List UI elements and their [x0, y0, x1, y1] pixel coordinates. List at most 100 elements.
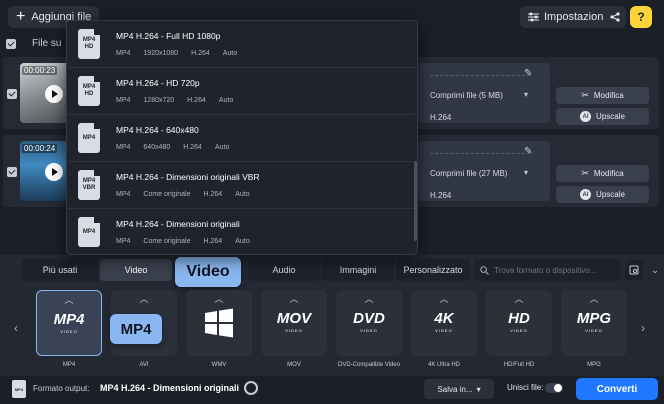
- chevron-down-icon: ▾: [476, 384, 481, 394]
- preset-hd[interactable]: ︿ HD VIDEO: [486, 290, 552, 356]
- logo-sub: VIDEO: [360, 328, 378, 333]
- format-search[interactable]: [474, 259, 620, 281]
- search-icon: [480, 265, 489, 275]
- preset-label: MOV: [287, 362, 301, 368]
- compress-select[interactable]: Comprimi file (27 MB): [430, 169, 507, 178]
- mp4-logo: MP4: [53, 311, 85, 328]
- chevron-down-icon[interactable]: ▾: [524, 90, 528, 99]
- tab-audio[interactable]: Audio: [248, 259, 320, 281]
- file-checkbox[interactable]: [7, 89, 17, 99]
- share-button[interactable]: [604, 6, 626, 28]
- tooltip-text: MP4: [120, 320, 152, 338]
- tab-custom[interactable]: Personalizzato: [396, 259, 470, 281]
- chevron-up-icon[interactable]: ︿: [261, 292, 327, 305]
- chevron-up-icon[interactable]: ︿: [111, 292, 177, 305]
- chevron-down-icon: ⌄: [651, 264, 659, 275]
- chevron-down-icon[interactable]: ▾: [524, 168, 528, 177]
- output-format-value[interactable]: MP4 H.264 - Dimensioni originali: [100, 383, 239, 393]
- video-thumbnail[interactable]: 00:00:24: [20, 141, 70, 201]
- edit-button[interactable]: ✂ Modifica: [556, 87, 649, 104]
- convert-label: Converti: [596, 383, 638, 395]
- settings-button[interactable]: Impostazioni: [520, 6, 614, 28]
- ai-icon: AI: [580, 111, 592, 122]
- collapse-panel-button[interactable]: ⌄: [646, 260, 664, 280]
- edit-label: Modifica: [593, 169, 624, 178]
- select-all-checkbox[interactable]: [6, 39, 16, 49]
- dropdown-item-title: MP4 H.264 - HD 720p: [116, 78, 200, 88]
- dropdown-item-meta: MP4 640x480 H.264 Auto: [116, 144, 230, 151]
- preset-4k[interactable]: ︿ 4K VIDEO: [411, 290, 477, 356]
- file-column-label: File su: [32, 38, 62, 49]
- dropdown-item[interactable]: MP4 VBR MP4 H.264 - Dimensioni originali …: [67, 162, 415, 209]
- footer-bar: MP4 Formato output: MP4 H.264 - Dimensio…: [0, 376, 664, 404]
- preset-mp4[interactable]: ︿ MP4 VIDEO: [36, 290, 102, 356]
- chevron-up-icon[interactable]: ︿: [37, 293, 101, 306]
- chevron-up-icon[interactable]: ︿: [411, 292, 477, 305]
- merge-files-label: Unisci file:: [507, 383, 544, 392]
- edit-label: Modifica: [593, 91, 624, 100]
- preset-dvd[interactable]: ︿ DVD VIDEO: [336, 290, 402, 356]
- gear-icon[interactable]: [244, 381, 258, 395]
- tab-label: Più usati: [42, 265, 78, 275]
- mp4-preset-tooltip: MP4: [110, 314, 162, 344]
- help-button[interactable]: ?: [630, 6, 652, 28]
- mp4-file-icon: MP4 VBR: [78, 170, 100, 200]
- format-file-icon: MP4: [12, 380, 26, 398]
- output-name-line: [430, 153, 530, 154]
- logo-sub: VIDEO: [60, 329, 78, 334]
- chevron-up-icon[interactable]: ︿: [561, 292, 627, 305]
- preset-mov[interactable]: ︿ MOV VIDEO: [261, 290, 327, 356]
- upscale-label: Upscale: [596, 112, 625, 121]
- upscale-button[interactable]: AI Upscale: [556, 108, 649, 125]
- tab-most-used[interactable]: Più usati: [22, 259, 98, 281]
- upscale-label: Upscale: [596, 190, 625, 199]
- preset-label: MP4: [62, 362, 76, 368]
- dropdown-item[interactable]: MP4 HD MP4 H.264 - Full HD 1080p MP4 1920x…: [67, 21, 415, 68]
- tooltip-text: Video: [186, 263, 230, 280]
- save-to-label: Salva in...: [437, 384, 473, 394]
- dropdown-item[interactable]: MP4 MP4 H.264 - Dimensioni originali MP4…: [67, 209, 415, 254]
- dropdown-scrollbar[interactable]: [414, 161, 417, 241]
- file-checkbox[interactable]: [7, 167, 17, 177]
- scissors-icon: ✂: [581, 90, 589, 100]
- merge-files-toggle[interactable]: [545, 383, 563, 393]
- chevron-up-icon[interactable]: ︿: [336, 292, 402, 305]
- search-input[interactable]: [494, 265, 614, 275]
- output-settings-panel: ✎ Comprimi file (27 MB) ▾ H.264: [418, 141, 550, 201]
- video-thumbnail[interactable]: 00:00:23: [20, 63, 70, 123]
- preset-label: MPG: [587, 362, 601, 368]
- output-name-line: [430, 75, 530, 76]
- edit-button[interactable]: ✂ Modifica: [556, 165, 649, 182]
- play-icon[interactable]: [45, 85, 63, 103]
- convert-button[interactable]: Converti: [576, 378, 658, 400]
- ai-icon: AI: [580, 189, 592, 200]
- chevron-up-icon[interactable]: ︿: [486, 292, 552, 305]
- tab-label: Immagini: [339, 265, 377, 275]
- output-settings-panel: ✎ Comprimi file (5 MB) ▾ H.264: [418, 63, 550, 123]
- preset-wmv[interactable]: ︿: [186, 290, 252, 356]
- tab-images[interactable]: Immagini: [322, 259, 394, 281]
- preset-label: WMV: [211, 362, 227, 368]
- chevron-left-icon[interactable]: ‹: [14, 321, 18, 335]
- chevron-right-icon[interactable]: ›: [641, 321, 645, 335]
- device-detect-button[interactable]: [625, 260, 643, 280]
- tab-label: Audio: [272, 265, 296, 275]
- pencil-icon[interactable]: ✎: [524, 68, 532, 79]
- tab-video[interactable]: Video: [100, 259, 172, 281]
- save-to-button[interactable]: Salva in... ▾: [424, 379, 494, 399]
- dvd-logo: DVD: [353, 310, 385, 327]
- duration-label: 00:00:24: [22, 144, 58, 153]
- pencil-icon[interactable]: ✎: [524, 146, 532, 157]
- preset-label: DVD-Compatible Video: [338, 362, 400, 368]
- dropdown-item[interactable]: MP4 HD MP4 H.264 - HD 720p MP4 1280x720 H.2…: [67, 68, 415, 115]
- hd-logo: HD: [508, 310, 530, 327]
- dropdown-item-meta: MP4 1920x1080 H.264 Auto: [116, 50, 238, 57]
- dropdown-item[interactable]: MP4 MP4 H.264 - 640x480 MP4 640x480 H.264 A…: [67, 115, 415, 162]
- upscale-button[interactable]: AI Upscale: [556, 186, 649, 203]
- chevron-up-icon[interactable]: ︿: [186, 292, 252, 305]
- compress-select[interactable]: Comprimi file (5 MB): [430, 91, 503, 100]
- play-icon[interactable]: [45, 163, 63, 181]
- dropdown-item-title: MP4 H.264 - Full HD 1080p: [116, 31, 221, 41]
- preset-mpg[interactable]: ︿ MPG VIDEO: [561, 290, 627, 356]
- dropdown-item-meta: MP4 Come originale H.264 Auto: [116, 191, 250, 198]
